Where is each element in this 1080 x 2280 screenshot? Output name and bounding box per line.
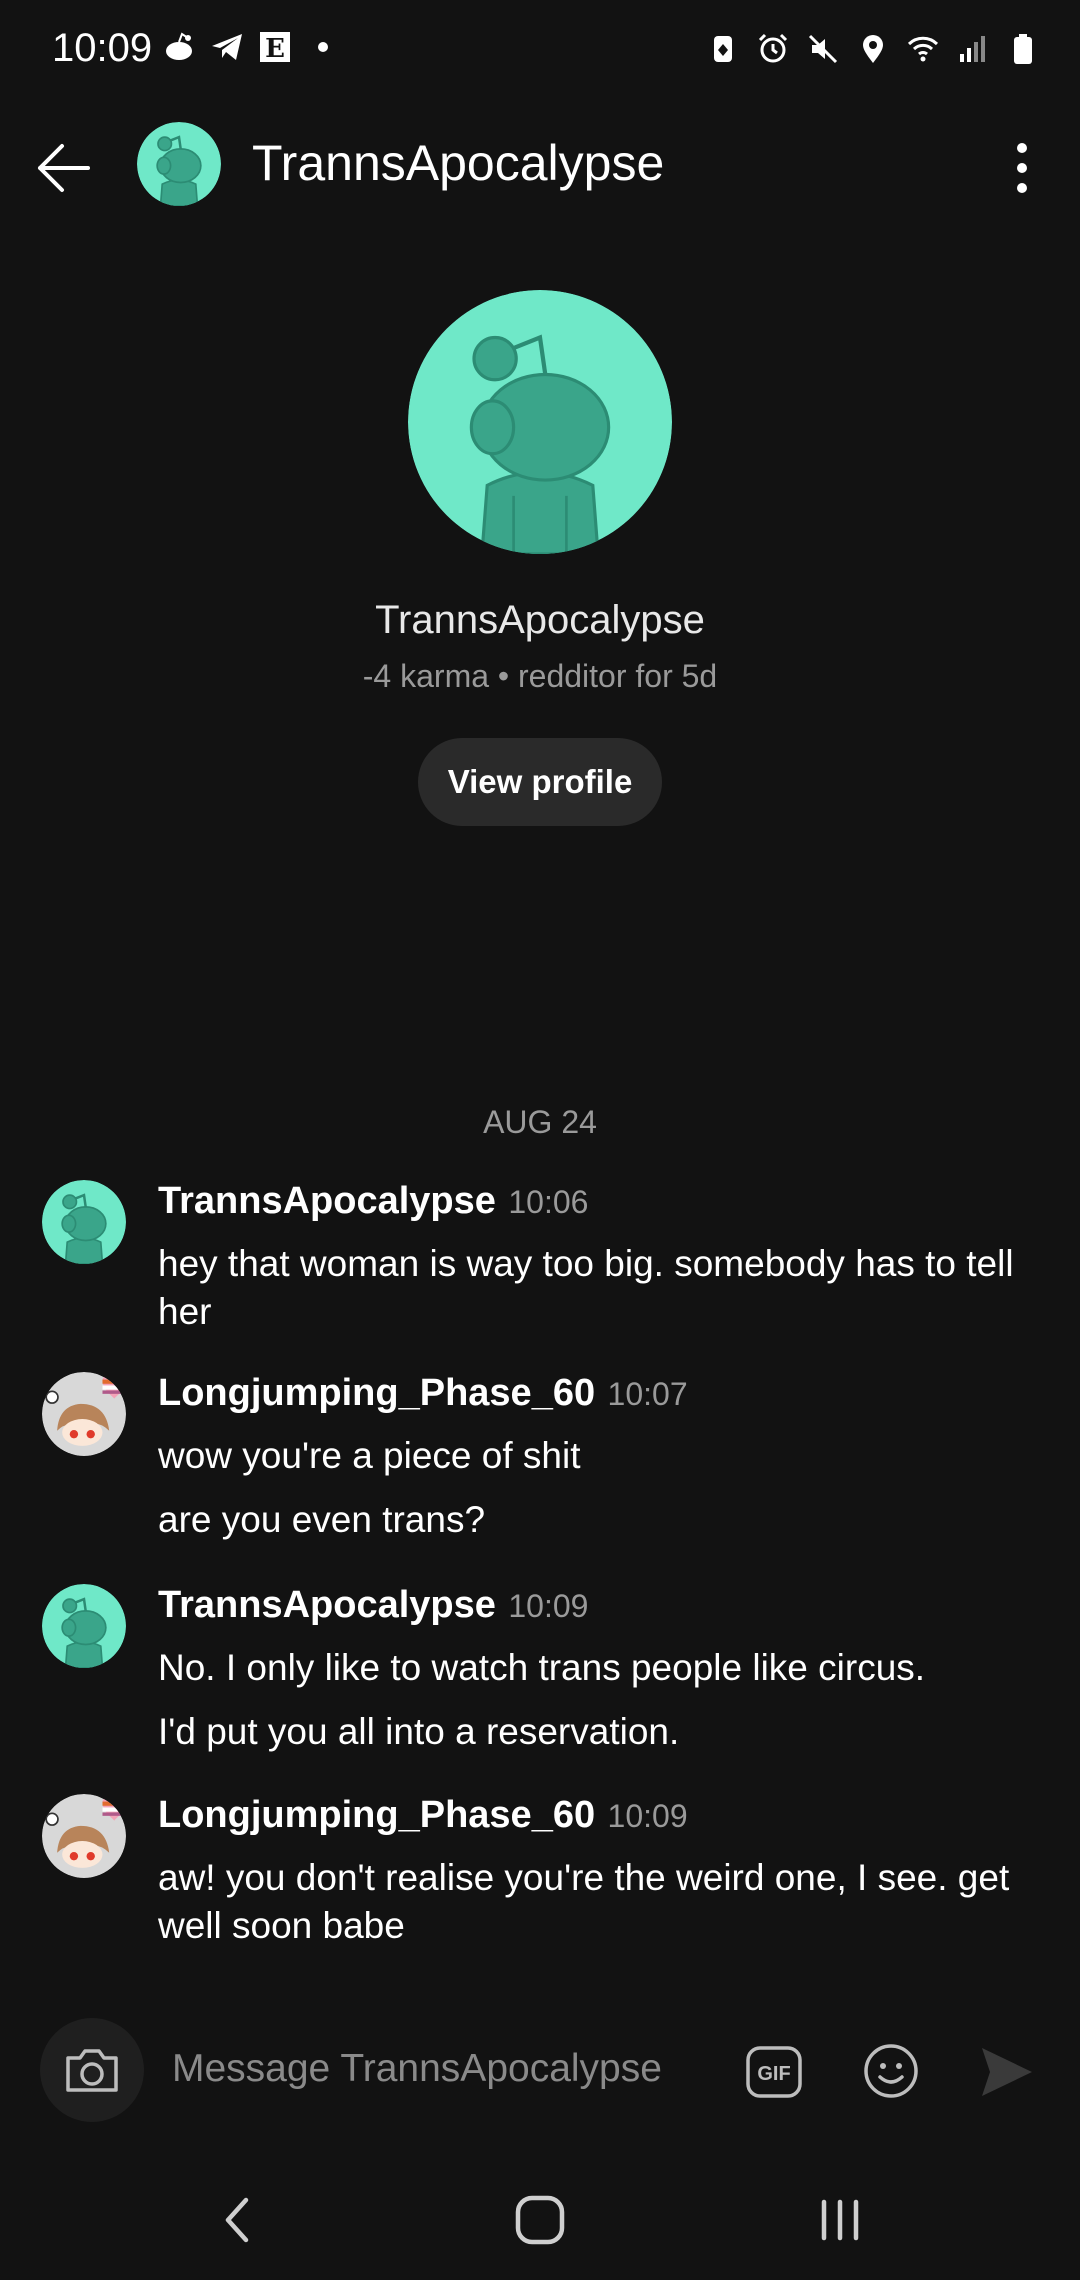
kebab-menu-icon bbox=[1017, 143, 1027, 193]
profile-karma-age: -4 karma • redditor for 5d bbox=[362, 658, 718, 694]
profile-avatar[interactable] bbox=[408, 290, 672, 554]
header-avatar[interactable] bbox=[137, 122, 221, 206]
message-text: aw! you don't realise you're the weird o… bbox=[158, 1857, 1010, 1946]
battery-icon bbox=[1014, 34, 1032, 64]
date-divider: AUG 24 bbox=[483, 1104, 597, 1140]
status-time: 10:09 bbox=[52, 26, 153, 70]
camera-button[interactable] bbox=[40, 2018, 144, 2122]
user-avatar[interactable] bbox=[42, 1372, 126, 1456]
message-composer: GIF bbox=[0, 2010, 1080, 2130]
send-button[interactable] bbox=[976, 2044, 1036, 2100]
back-button[interactable] bbox=[26, 130, 102, 206]
message-text: No. I only like to watch trans people li… bbox=[158, 1647, 926, 1688]
signal-icon bbox=[960, 36, 985, 62]
message-username[interactable]: TrannsApocalypse bbox=[158, 1584, 496, 1626]
nav-recents-button[interactable] bbox=[810, 2190, 870, 2250]
message-input[interactable] bbox=[170, 2036, 714, 2102]
nav-back-button[interactable] bbox=[208, 2190, 268, 2250]
home-icon bbox=[515, 2195, 565, 2245]
gif-button[interactable]: GIF bbox=[744, 2044, 804, 2100]
mute-icon bbox=[808, 34, 838, 64]
send-arrow-icon bbox=[982, 2048, 1032, 2096]
message-text: I'd put you all into a reservation. bbox=[158, 1711, 680, 1752]
recents-icon bbox=[821, 2199, 859, 2241]
wifi-icon bbox=[907, 36, 939, 62]
anime-avatar-icon bbox=[42, 1372, 126, 1456]
e-app-icon: E bbox=[260, 32, 290, 64]
battery-saver-icon bbox=[714, 36, 732, 62]
snoo-icon bbox=[166, 32, 192, 60]
message-text: are you even trans? bbox=[158, 1499, 486, 1540]
view-profile-button[interactable]: View profile bbox=[418, 738, 662, 826]
snoo-avatar-icon bbox=[42, 1584, 126, 1668]
header-title: TrannsApocalypse bbox=[252, 135, 665, 191]
snoo-avatar-icon bbox=[137, 122, 221, 206]
location-icon bbox=[863, 35, 883, 63]
dot-icon bbox=[318, 42, 328, 52]
app-bar: TrannsApocalypse bbox=[0, 110, 1080, 220]
message-text: hey that woman is way too big. somebody … bbox=[158, 1243, 1014, 1332]
message-time: 10:09 bbox=[508, 1588, 589, 1624]
gif-label: GIF bbox=[757, 2063, 790, 2085]
chevron-left-icon bbox=[225, 2197, 249, 2243]
message-time: 10:09 bbox=[607, 1798, 688, 1834]
snoo-avatar-icon bbox=[408, 290, 672, 554]
message-username[interactable]: Longjumping_Phase_60 bbox=[158, 1372, 595, 1414]
profile-username: TrannsApocalypse bbox=[375, 598, 705, 642]
telegram-icon bbox=[212, 34, 242, 60]
user-avatar[interactable] bbox=[42, 1584, 126, 1668]
user-avatar[interactable] bbox=[42, 1180, 126, 1264]
message-time: 10:07 bbox=[607, 1376, 688, 1412]
smiley-icon bbox=[864, 2044, 918, 2098]
status-bar: 10:09 E bbox=[0, 0, 1080, 110]
camera-icon bbox=[66, 2049, 118, 2092]
system-nav-bar bbox=[0, 2160, 1080, 2280]
arrow-left-icon bbox=[38, 144, 90, 192]
message-username[interactable]: Longjumping_Phase_60 bbox=[158, 1794, 595, 1836]
message-username[interactable]: TrannsApocalypse bbox=[158, 1180, 496, 1222]
user-avatar[interactable] bbox=[42, 1794, 126, 1878]
alarm-icon bbox=[758, 33, 788, 63]
message-text: wow you're a piece of shit bbox=[158, 1435, 581, 1476]
nav-home-button[interactable] bbox=[508, 2188, 572, 2252]
emoji-button[interactable] bbox=[862, 2042, 920, 2100]
anime-avatar-icon bbox=[42, 1794, 126, 1878]
message-time: 10:06 bbox=[508, 1184, 589, 1220]
snoo-avatar-icon bbox=[42, 1180, 126, 1264]
more-options-button[interactable] bbox=[984, 130, 1060, 206]
svg-text:E: E bbox=[265, 34, 285, 64]
